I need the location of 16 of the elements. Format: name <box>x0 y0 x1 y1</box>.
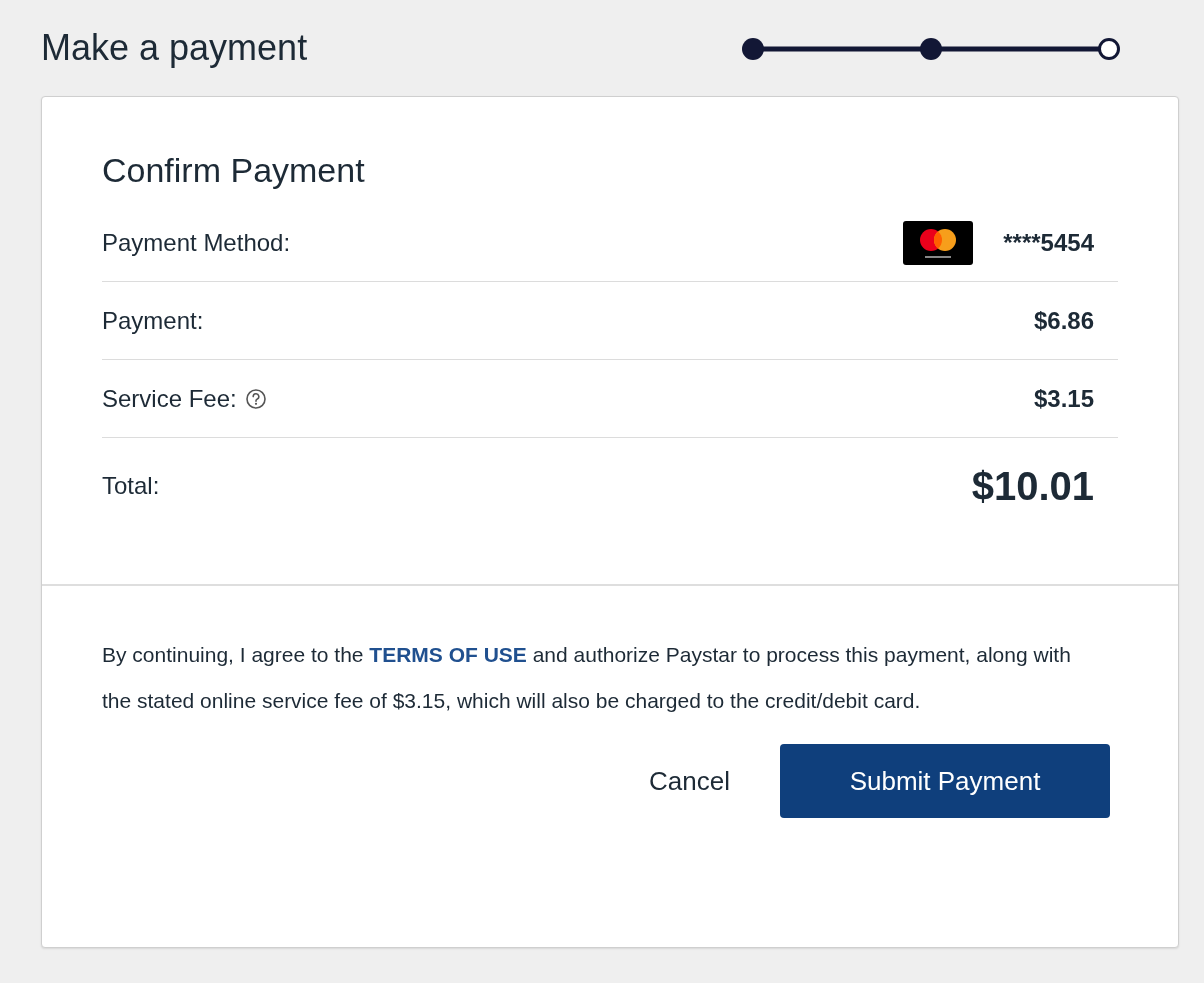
consent-text: By continuing, I agree to the TERMS OF USE and authorize Paystar to process this payment, along with the stated online service fee of $3.15, which will also be charged to the credit/debit card. <box>102 642 1072 714</box>
row-label: Total: <box>102 472 160 500</box>
card-logo-icon <box>903 220 974 265</box>
page-title: Make a payment <box>41 27 308 69</box>
card-title: Confirm Payment <box>102 151 366 190</box>
row-label: Service Fee: <box>102 384 237 413</box>
terms-link[interactable]: TERMS OF USE <box>369 643 527 666</box>
help-icon[interactable] <box>244 387 267 410</box>
total-amount: $10.01 <box>971 463 1094 509</box>
amount: $6.86 <box>1033 306 1094 335</box>
cancel-button[interactable]: Cancel <box>649 744 730 818</box>
card-number: ****5454 <box>1003 228 1094 257</box>
amount: $3.15 <box>1033 384 1094 413</box>
submit-button[interactable]: Submit Payment <box>780 744 1110 818</box>
row-label: Payment Method: <box>102 228 291 257</box>
row-label: Payment: <box>102 306 204 335</box>
